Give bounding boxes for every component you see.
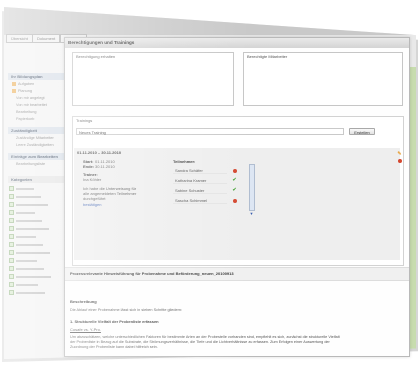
- status-x-icon[interactable]: [233, 199, 237, 203]
- procedure-intro: Die Ablauf einer Probenahme lässt sich i…: [70, 308, 183, 312]
- sidebar-section-responsibility[interactable]: Zuständigkeit: [8, 127, 66, 134]
- edit-icon[interactable]: ✎: [397, 152, 402, 157]
- authorized-employees-label: Berechtigte Mitarbeiter: [247, 54, 288, 59]
- category-label-placeholder: [16, 195, 41, 198]
- procedure-title: Prozessrelevante Hinweisführung für Prob…: [70, 271, 234, 276]
- category-checkbox[interactable]: [9, 290, 14, 296]
- step-subtitle: Cosafe vs. Y-Pro.: [70, 327, 101, 332]
- category-checkbox[interactable]: [9, 266, 14, 272]
- category-label-placeholder: [16, 235, 36, 238]
- category-checkbox[interactable]: [9, 234, 14, 240]
- top-toolbar: [4, 7, 416, 35]
- tab-document[interactable]: Dokument: [32, 34, 61, 43]
- category-label-placeholder: [16, 227, 49, 230]
- sidebar-item-tasks[interactable]: Aufgaben: [12, 81, 34, 87]
- training-section-label: Trainings: [76, 118, 93, 123]
- category-row[interactable]: [9, 202, 64, 208]
- status-x-icon[interactable]: [233, 169, 237, 173]
- category-label-placeholder: [16, 275, 51, 278]
- category-row[interactable]: [9, 274, 64, 280]
- trainer-value: Ina Köhler: [83, 177, 102, 182]
- sidebar-item-empty[interactable]: Leere Zuständigkeiten: [16, 142, 54, 148]
- sidebar-item-editing[interactable]: Bearbeitung: [16, 109, 36, 115]
- training-date-range: 01.11.2010 – 30.11.2010: [77, 150, 122, 155]
- status-check-icon[interactable]: ✔: [232, 188, 237, 193]
- category-row[interactable]: [9, 266, 64, 272]
- training-select[interactable]: Neues Training: [76, 128, 344, 135]
- delete-training-icon[interactable]: [398, 159, 402, 163]
- end-value: 30.11.2010: [95, 164, 115, 169]
- step-title: 1. Strukturelle Vielfalt der Probenliste…: [70, 319, 159, 324]
- screenshot-stage: Übersicht Dokument Schulung Ihr Bildungs…: [0, 0, 419, 373]
- category-checkbox[interactable]: [9, 274, 14, 280]
- category-checkbox[interactable]: [9, 250, 14, 256]
- scroll-down-icon[interactable]: ▼: [249, 211, 254, 216]
- category-row[interactable]: [9, 282, 64, 288]
- category-checkbox[interactable]: [9, 218, 14, 224]
- category-checkbox[interactable]: [9, 194, 14, 200]
- category-row[interactable]: [9, 234, 64, 240]
- category-row[interactable]: [9, 226, 64, 232]
- confirm-link[interactable]: bestätigen: [83, 202, 101, 207]
- description-heading: Beschreibung: [70, 299, 97, 304]
- sidebar-item-edited[interactable]: Von mir bearbeitet: [16, 102, 47, 108]
- confirmation-note: Ich habe die Unterweisung für alle angem…: [83, 186, 137, 201]
- category-checkbox[interactable]: [9, 242, 14, 248]
- category-label-placeholder: [16, 267, 44, 270]
- tab-overview[interactable]: Übersicht: [6, 34, 33, 43]
- dialog-title[interactable]: Berechtigungen und Trainings: [65, 38, 409, 48]
- procedure-body: Um abzuschätzen, welche unterschiedliche…: [70, 335, 340, 349]
- category-checkbox[interactable]: [9, 210, 14, 216]
- permissions-granted-box[interactable]: [72, 52, 234, 106]
- category-label-placeholder: [16, 243, 43, 246]
- participants-label: Teilnehmer:: [173, 159, 196, 164]
- sidebar-item-employees[interactable]: Zuständige Mitarbeiter: [16, 135, 54, 141]
- category-label-placeholder: [16, 251, 50, 254]
- category-label-placeholder: [16, 291, 45, 294]
- category-checkbox[interactable]: [9, 186, 14, 192]
- category-label-placeholder: [16, 203, 48, 206]
- authorized-employees-box[interactable]: [243, 52, 403, 106]
- sidebar: Ihr Bildungsplan Aufgaben Planung Von mi…: [4, 43, 68, 359]
- category-label-placeholder: [16, 211, 35, 214]
- category-checkbox[interactable]: [9, 202, 14, 208]
- sidebar-item-trash[interactable]: Papierkorb: [16, 116, 34, 122]
- category-label-placeholder: [16, 283, 38, 286]
- participant-row[interactable]: Sascha Schimmel: [173, 197, 227, 204]
- create-training-button[interactable]: Erstellen: [349, 128, 375, 135]
- participant-row[interactable]: Sandra Schäfer: [173, 167, 227, 174]
- sidebar-item-planning[interactable]: Planung: [12, 88, 32, 94]
- training-detail-panel: [74, 148, 400, 260]
- category-label-placeholder: [16, 259, 37, 262]
- sidebar-section-plan[interactable]: Ihr Bildungsplan: [8, 73, 66, 80]
- participant-row[interactable]: Katharina Kramer: [173, 177, 227, 184]
- participants-scrollbar[interactable]: [249, 164, 255, 211]
- category-label-placeholder: [16, 187, 34, 190]
- sidebar-item-worklist[interactable]: Bearbeitungsliste: [16, 161, 45, 167]
- category-row[interactable]: [9, 210, 64, 216]
- category-row[interactable]: [9, 290, 64, 296]
- category-row[interactable]: [9, 242, 64, 248]
- status-check-icon[interactable]: ✔: [232, 178, 237, 183]
- category-row[interactable]: [9, 258, 64, 264]
- category-row[interactable]: [9, 218, 64, 224]
- category-label-placeholder: [16, 219, 42, 222]
- sidebar-item-created[interactable]: Von mir angelegt: [16, 95, 45, 101]
- sidebar-section-categories[interactable]: Kategorien: [8, 176, 66, 183]
- end-label: Ende:: [83, 164, 95, 169]
- category-checkbox[interactable]: [9, 282, 14, 288]
- category-row[interactable]: [9, 194, 64, 200]
- category-row[interactable]: [9, 186, 64, 192]
- sidebar-section-entries[interactable]: Einträge zum Bearbeiten: [8, 153, 66, 160]
- category-checkbox[interactable]: [9, 258, 14, 264]
- participant-row[interactable]: Sabine Schuster: [173, 187, 227, 194]
- category-row[interactable]: [9, 250, 64, 256]
- permissions-training-dialog: Berechtigungen und Trainings Berechtigun…: [64, 37, 410, 357]
- permissions-granted-label: Berechtigung erhalten: [76, 54, 116, 59]
- category-checkbox[interactable]: [9, 226, 14, 232]
